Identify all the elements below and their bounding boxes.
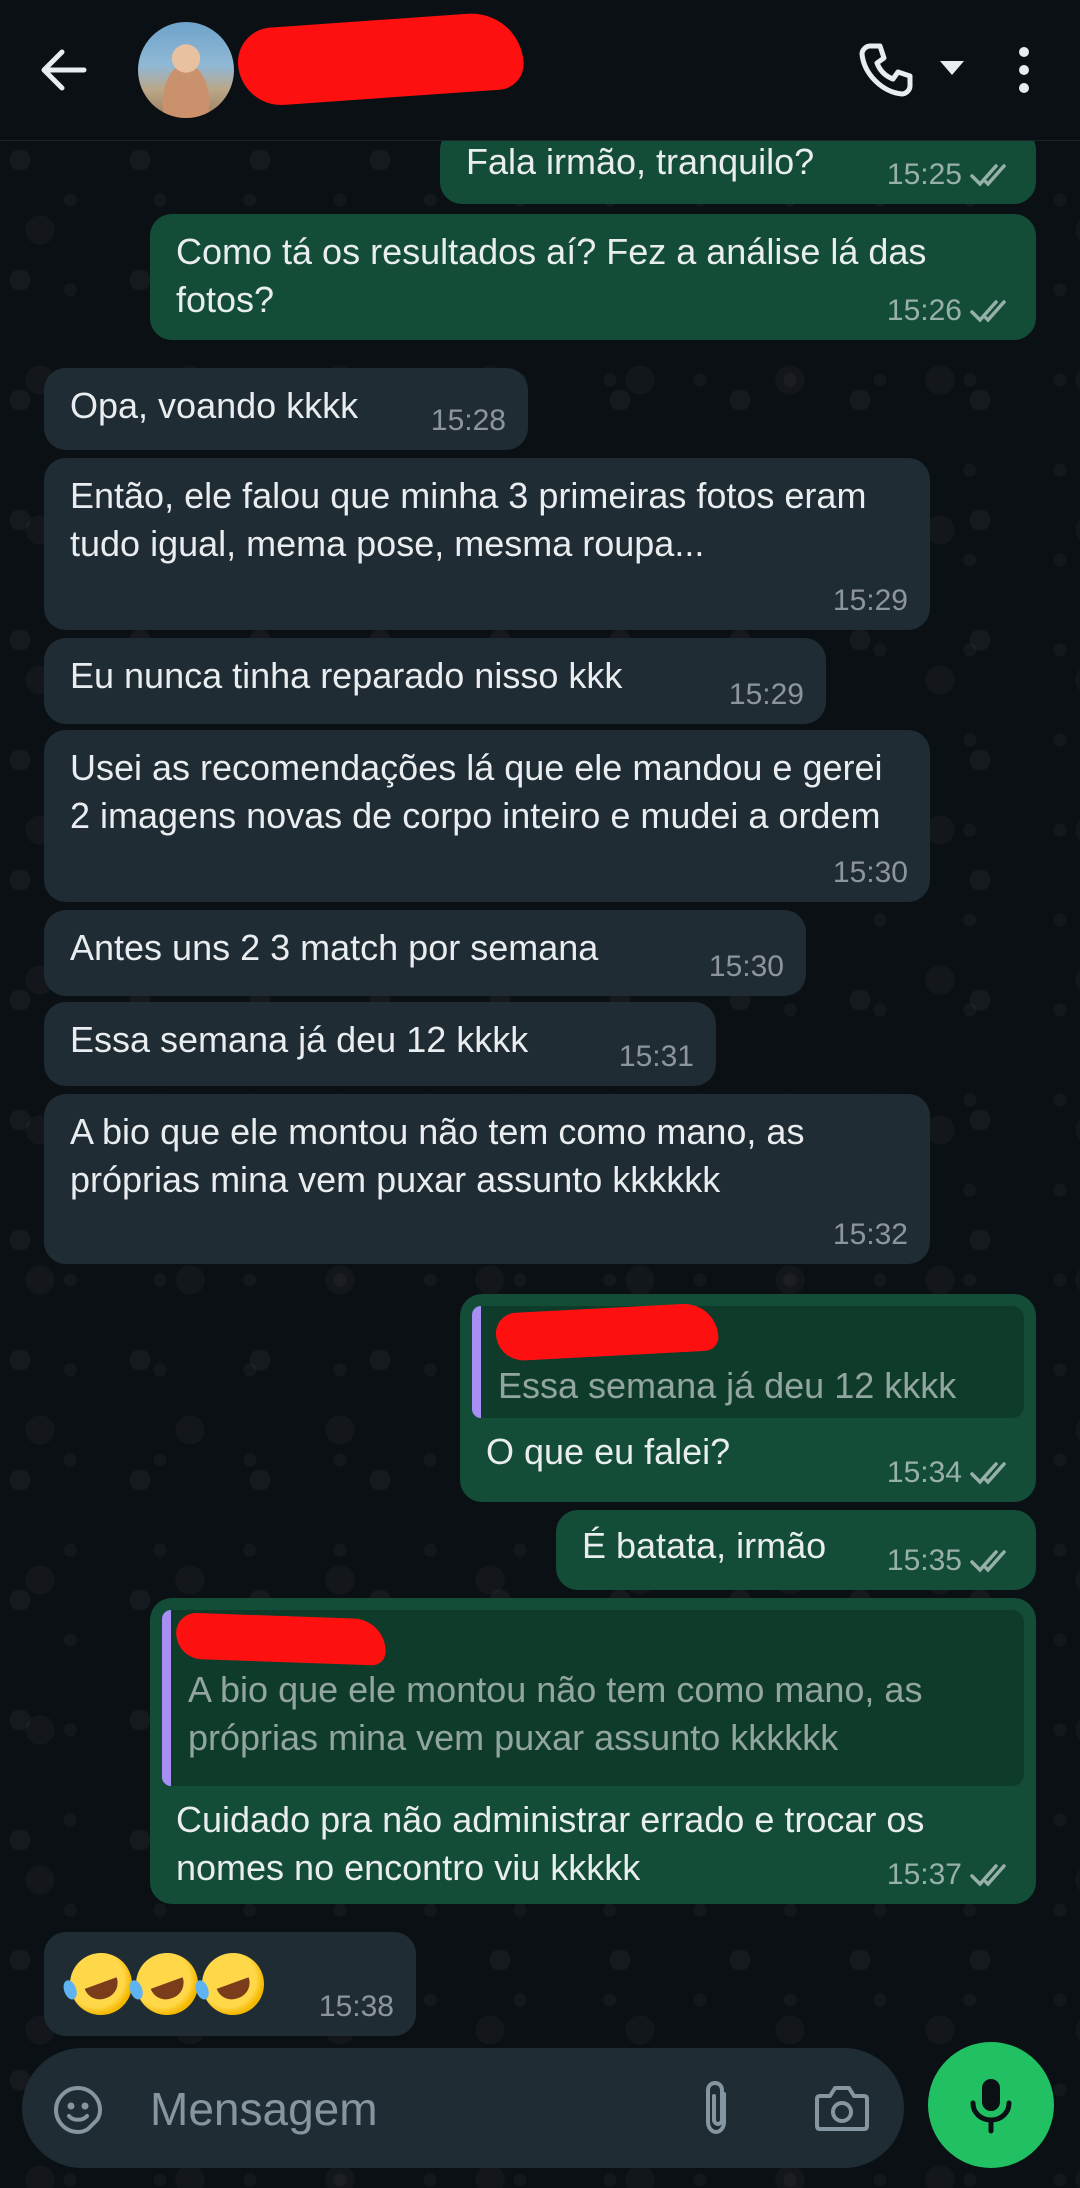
phone-icon bbox=[859, 43, 913, 97]
contact-avatar[interactable] bbox=[138, 22, 234, 118]
voice-message-button[interactable] bbox=[928, 2042, 1054, 2168]
back-button[interactable] bbox=[38, 46, 92, 94]
message-meta: 15:28 bbox=[431, 404, 506, 438]
message-bubble[interactable]: Como tá os resultados aí? Fez a análise … bbox=[150, 214, 1036, 340]
more-options-button[interactable] bbox=[1006, 40, 1042, 100]
message-time: 15:38 bbox=[318, 1990, 394, 2023]
message-composer[interactable]: Mensagem bbox=[22, 2048, 904, 2168]
message-bubble[interactable]: Opa, voando kkkk 15:28 bbox=[44, 368, 528, 450]
camera-button[interactable] bbox=[814, 2082, 870, 2134]
message-bubble[interactable]: 15:38 bbox=[44, 1932, 416, 2036]
double-check-icon bbox=[970, 1462, 1006, 1485]
message-bubble[interactable]: Usei as recomendações lá que ele mandou … bbox=[44, 730, 930, 902]
emoji-button[interactable] bbox=[52, 2084, 104, 2136]
message-text: Então, ele falou que minha 3 primeiras f… bbox=[70, 475, 867, 564]
message-time: 15:30 bbox=[708, 950, 784, 983]
voice-call-button[interactable] bbox=[856, 40, 916, 100]
double-check-icon bbox=[970, 1864, 1006, 1887]
arrow-left-icon bbox=[41, 49, 87, 91]
message-time: 15:26 bbox=[886, 294, 962, 327]
message-meta: 15:30 bbox=[833, 856, 908, 890]
message-bubble[interactable]: Então, ele falou que minha 3 primeiras f… bbox=[44, 458, 930, 630]
message-bubble[interactable]: Eu nunca tinha reparado nisso kkk 15:29 bbox=[44, 638, 826, 724]
message-bubble[interactable]: Antes uns 2 3 match por semana 15:30 bbox=[44, 910, 806, 996]
message-time: 15:34 bbox=[886, 1456, 962, 1489]
message-time: 15:31 bbox=[618, 1040, 694, 1073]
quoted-text: A bio que ele montou não tem como mano, … bbox=[188, 1669, 923, 1758]
message-meta: 15:30 bbox=[709, 950, 784, 984]
message-meta: 15:38 bbox=[319, 1990, 394, 2024]
camera-icon bbox=[815, 2086, 869, 2131]
double-check-icon bbox=[970, 300, 1006, 323]
message-time: 15:30 bbox=[832, 856, 908, 889]
redaction-mark bbox=[175, 1612, 387, 1666]
more-vertical-icon bbox=[1019, 47, 1029, 93]
message-meta: 15:25 bbox=[887, 158, 1014, 192]
message-meta: 15:26 bbox=[887, 294, 1014, 328]
message-text: Essa semana já deu 12 kkkk bbox=[70, 1019, 529, 1060]
attach-button[interactable] bbox=[694, 2078, 740, 2138]
microphone-icon bbox=[970, 2079, 1012, 2134]
message-time: 15:25 bbox=[886, 158, 962, 191]
message-text: A bio que ele montou não tem como mano, … bbox=[70, 1111, 805, 1200]
sticker-icon bbox=[53, 2085, 103, 2135]
message-meta: 15:37 bbox=[887, 1858, 1014, 1892]
double-check-icon bbox=[970, 164, 1006, 187]
message-time: 15:37 bbox=[886, 1858, 962, 1891]
double-check-icon bbox=[970, 1550, 1006, 1573]
message-meta: 15:29 bbox=[729, 678, 804, 712]
message-meta: 15:34 bbox=[887, 1456, 1014, 1490]
message-text: Eu nunca tinha reparado nisso kkk bbox=[70, 655, 623, 696]
message-meta: 15:29 bbox=[833, 584, 908, 618]
message-time: 15:35 bbox=[886, 1544, 962, 1577]
message-text: Cuidado pra não administrar errado e tro… bbox=[176, 1799, 925, 1888]
message-time: 15:29 bbox=[728, 678, 804, 711]
message-meta: 15:31 bbox=[619, 1040, 694, 1074]
message-text: Antes uns 2 3 match por semana bbox=[70, 927, 599, 968]
message-bubble[interactable]: É batata, irmão 15:35 bbox=[556, 1510, 1036, 1590]
message-meta: 15:32 bbox=[833, 1218, 908, 1252]
message-bubble[interactable]: Essa semana já deu 12 kkkk 15:31 bbox=[44, 1002, 716, 1086]
message-bubble[interactable]: A bio que ele montou não tem como mano, … bbox=[44, 1094, 930, 1264]
message-meta: 15:35 bbox=[887, 1544, 1014, 1578]
message-input[interactable]: Mensagem bbox=[150, 2082, 378, 2136]
message-time: 15:29 bbox=[832, 584, 908, 617]
message-text: Usei as recomendações lá que ele mandou … bbox=[70, 747, 883, 836]
message-time: 15:28 bbox=[430, 404, 506, 437]
caret-down-icon bbox=[940, 61, 964, 75]
message-bubble[interactable]: Essa semana já deu 12 kkkk O que eu fale… bbox=[460, 1294, 1036, 1502]
chat-header bbox=[0, 0, 1080, 141]
rolling-laughing-emoji-icon bbox=[193, 1944, 273, 2024]
message-time: 15:32 bbox=[832, 1218, 908, 1251]
quoted-text: Essa semana já deu 12 kkkk bbox=[498, 1365, 957, 1406]
call-options-button[interactable] bbox=[938, 58, 966, 78]
message-bubble[interactable]: A bio que ele montou não tem como mano, … bbox=[150, 1598, 1036, 1904]
paperclip-icon bbox=[706, 2080, 726, 2135]
